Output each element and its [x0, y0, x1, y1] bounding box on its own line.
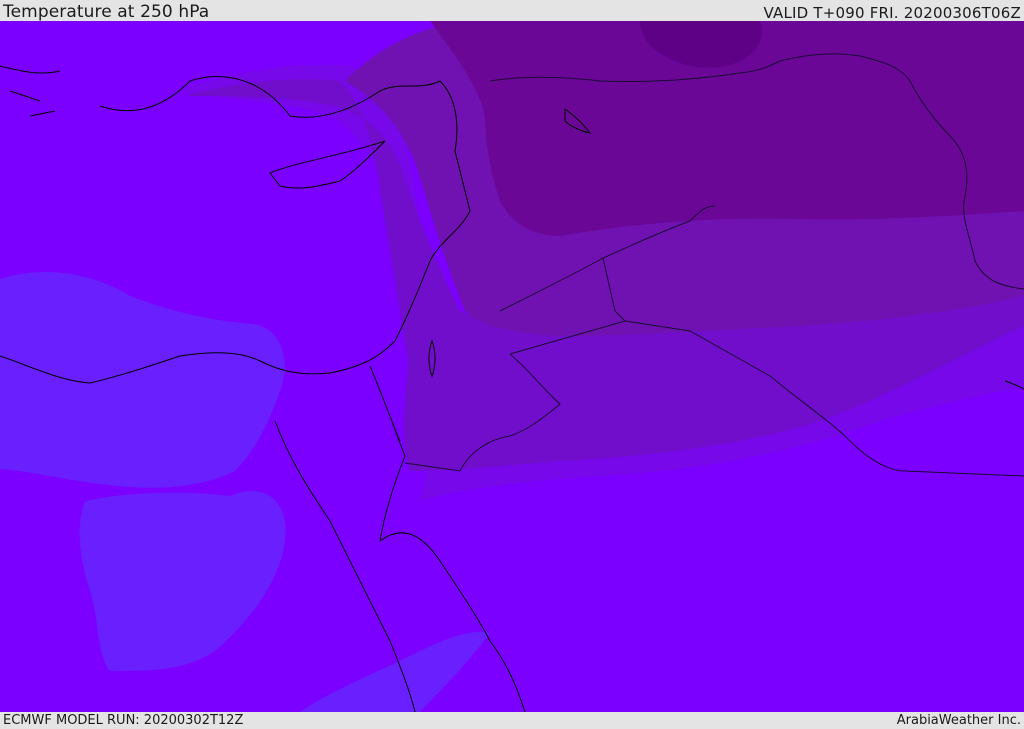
valid-time-label: VALID T+090 FRI. 20200306T06Z	[763, 4, 1021, 22]
model-run-label: ECMWF MODEL RUN: 20200302T12Z	[3, 713, 244, 728]
map-title: Temperature at 250 hPa	[3, 2, 210, 22]
brand-label: ArabiaWeather Inc.	[896, 713, 1021, 728]
temperature-map[interactable]	[0, 21, 1024, 712]
map-canvas	[0, 21, 1024, 712]
map-header: Temperature at 250 hPa VALID T+090 FRI. …	[0, 0, 1024, 22]
map-footer: ECMWF MODEL RUN: 20200302T12Z ArabiaWeat…	[0, 712, 1024, 729]
